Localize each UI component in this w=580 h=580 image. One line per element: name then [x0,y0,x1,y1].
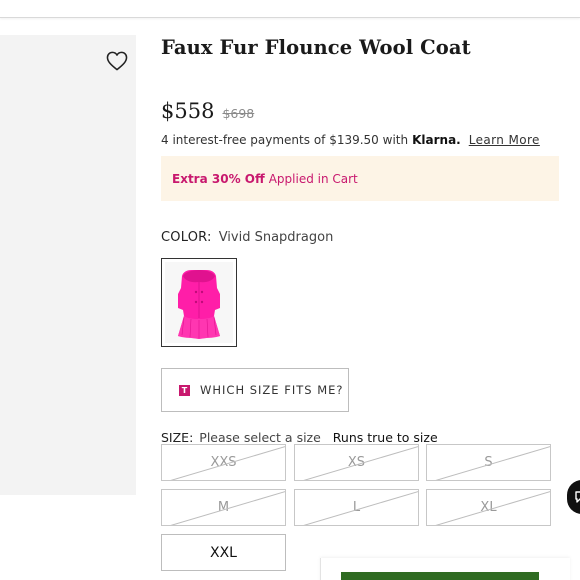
add-to-bag-button[interactable] [341,572,539,580]
size-option-label: XL [480,500,497,515]
color-label: COLOR: Vivid Snapdragon [161,230,333,245]
klarna-installments: 4 interest-free payments of $139.50 with… [161,133,540,147]
klarna-logo: Klarna. [412,133,461,147]
size-option-m[interactable]: M [161,489,286,526]
color-key: COLOR: [161,230,212,245]
klarna-text: 4 interest-free payments of $139.50 with [161,133,409,147]
coat-thumbnail [178,269,220,339]
size-option-label: L [352,500,361,515]
size-option-xxl[interactable]: XXL [161,534,286,571]
size-fit-hint: Runs true to size [332,430,438,445]
size-option-label: XS [347,455,366,470]
size-option-label: XXL [210,544,237,561]
size-label: SIZE: Please select a size Runs true to … [161,430,438,445]
swatch-image [165,262,233,343]
fit-finder-label: WHICH SIZE FITS ME? [200,383,344,397]
size-value: Please select a size [199,430,321,445]
price-row: $558 $698 [161,99,254,123]
promo-text: Applied in Cart [268,171,358,186]
size-option-label: XXS [210,455,237,470]
wishlist-button[interactable] [104,48,130,74]
size-key: SIZE: [161,430,194,445]
size-option-xxs[interactable]: XXS [161,444,286,481]
klarna-learn-more-link[interactable]: Learn More [469,133,540,147]
color-value: Vivid Snapdragon [218,230,334,245]
chat-icon [575,491,580,503]
which-size-fits-me-button[interactable]: T WHICH SIZE FITS ME? [161,368,349,412]
heart-icon [106,51,128,71]
promo-highlight: Extra 30% Off [172,171,265,186]
size-option-s[interactable]: S [426,444,551,481]
color-swatch-vivid-snapdragon[interactable] [161,258,237,347]
size-option-xl[interactable]: XL [426,489,551,526]
product-title: Faux Fur Flounce Wool Coat [161,36,471,59]
true-fit-icon: T [179,384,190,396]
header-bar [0,0,580,18]
original-price: $698 [222,106,255,121]
chat-button[interactable] [567,480,580,514]
sale-price: $558 [161,99,215,123]
size-option-label: M [217,500,230,515]
size-option-l[interactable]: L [294,489,419,526]
promo-banner: Extra 30% Off Applied in Cart [161,156,559,201]
product-image-panel[interactable] [0,35,136,495]
size-option-label: S [484,455,493,470]
size-option-xs[interactable]: XS [294,444,419,481]
